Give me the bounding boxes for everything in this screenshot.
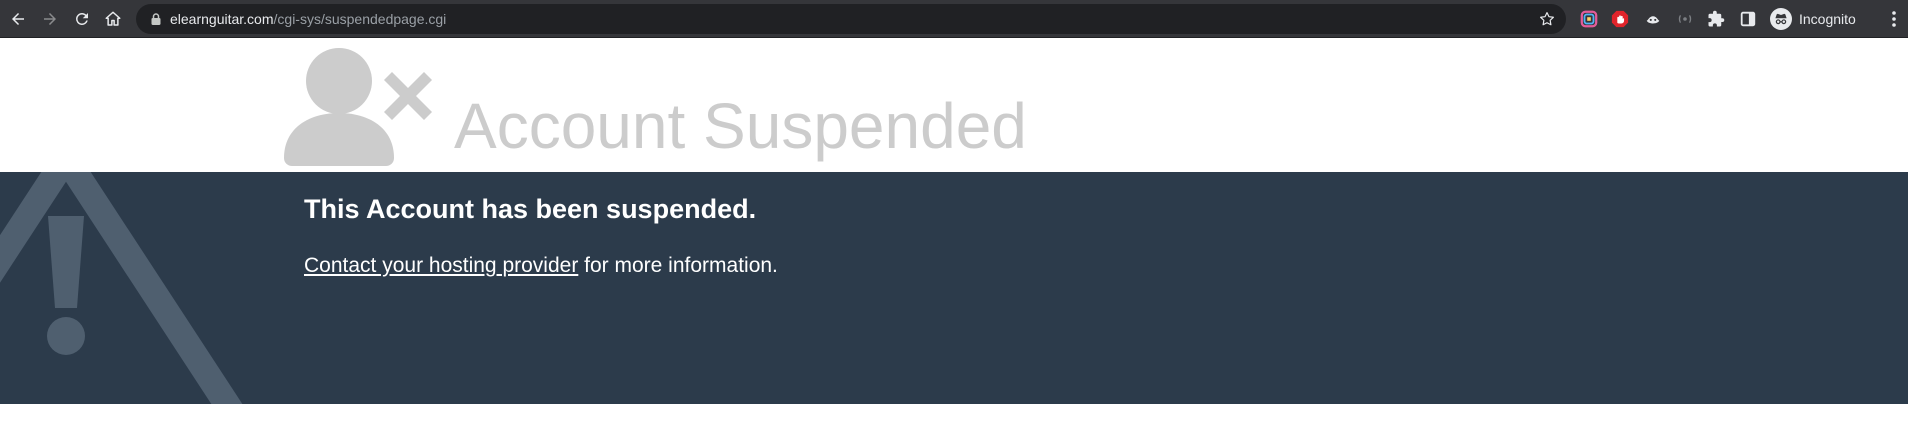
back-arrow-icon[interactable] [6,7,30,31]
incognito-label: Incognito [1799,11,1856,27]
forward-arrow-icon[interactable] [38,7,62,31]
url-text[interactable]: elearnguitar.com/cgi-sys/suspendedpage.c… [170,4,446,34]
puzzle-extensions-icon[interactable] [1706,9,1726,29]
side-panel-icon[interactable] [1738,9,1758,29]
adblock-hand-extension-icon[interactable] [1610,9,1630,29]
browser-toolbar: elearnguitar.com/cgi-sys/suspendedpage.c… [0,0,1908,38]
suspension-message: Contact your hosting provider for more i… [304,254,778,278]
suspension-heading: This Account has been suspended. [304,194,757,224]
page-footer-space [0,404,1908,424]
suspension-message-suffix: for more information. [578,254,778,277]
suspended-header: Account Suspended [0,38,1908,172]
color-picker-extension-icon[interactable] [1579,9,1599,29]
incognito-profile-button[interactable]: Incognito [1770,7,1856,31]
lock-icon[interactable] [149,12,163,26]
address-bar[interactable]: elearnguitar.com/cgi-sys/suspendedpage.c… [136,4,1566,34]
url-path: /cgi-sys/suspendedpage.cgi [273,11,447,27]
url-host: elearnguitar.com [170,11,274,27]
hat-extension-icon[interactable] [1643,9,1663,29]
contact-hosting-provider-link[interactable]: Contact your hosting provider [304,254,578,277]
page-title: Account Suspended [454,90,1027,162]
incognito-icon [1770,8,1792,30]
reload-icon[interactable] [70,7,94,31]
star-icon[interactable] [1538,10,1556,28]
user-suspended-icon [284,48,432,166]
kebab-menu-icon[interactable] [1888,9,1900,29]
home-icon[interactable] [101,7,125,31]
warning-triangle-icon [0,172,243,404]
media-extension-icon[interactable] [1675,9,1695,29]
suspension-notice-band: This Account has been suspended. Contact… [0,172,1908,404]
